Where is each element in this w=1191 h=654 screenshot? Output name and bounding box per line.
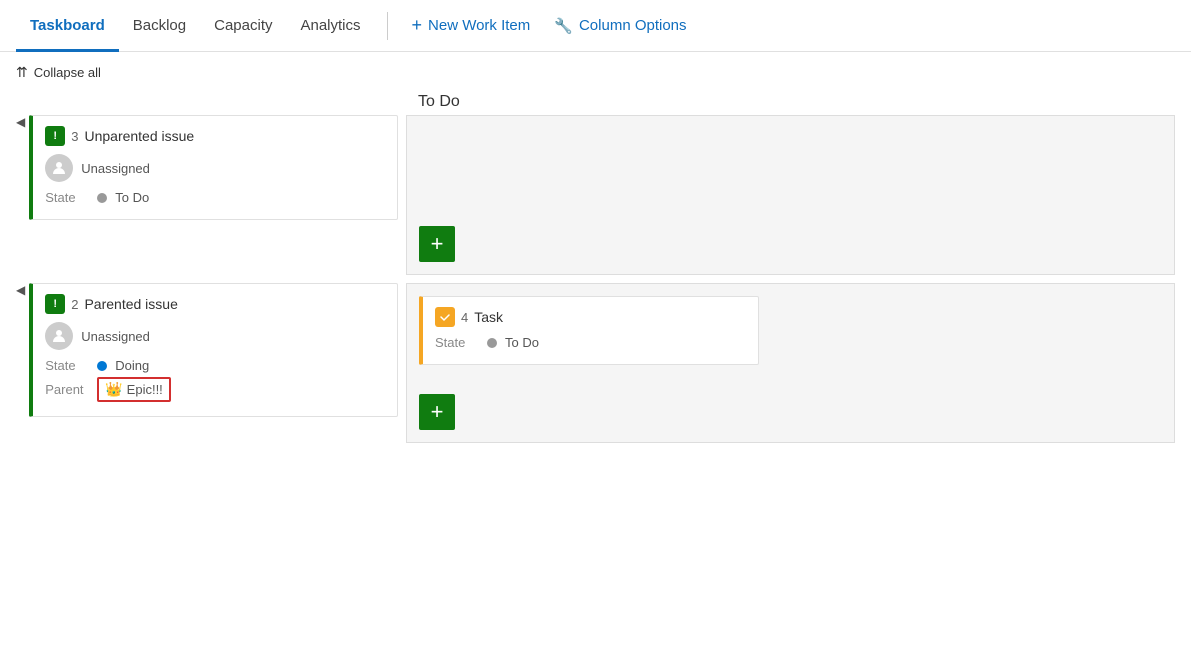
row2-state-dot <box>97 361 107 371</box>
todo-column-header: To Do <box>406 93 1175 111</box>
row2-left: ◀ ! 2 Parented issue Unassigned <box>16 283 406 443</box>
row1-assignee-label: Unassigned <box>81 161 150 176</box>
row1-state-value: To Do <box>115 190 149 205</box>
task-card-state-row: State To Do <box>435 335 746 350</box>
row2-tasks-area: 4 Task State To Do <box>419 296 1162 373</box>
row1-state-label: State <box>45 190 89 205</box>
task-icon <box>435 307 455 327</box>
collapse-all-button[interactable]: ⇈ Collapse all <box>16 64 1175 81</box>
collapse-arrows-icon: ⇈ <box>16 64 28 81</box>
plus-icon: + <box>412 15 423 36</box>
row2-parent-row: Parent 👑 Epic!!! <box>45 377 385 402</box>
row2-assignee-row: Unassigned <box>45 322 385 350</box>
task-card-id: 4 <box>461 310 468 325</box>
issue-icon-row2: ! <box>45 294 65 314</box>
new-work-item-button[interactable]: + New Work Item <box>400 9 543 42</box>
board-row-1: ◀ ! 3 Unparented issue Unassigned <box>16 115 1175 275</box>
row2-parent-label: Parent <box>45 382 89 397</box>
task-card-state-dot <box>487 338 497 348</box>
board-header: To Do <box>16 93 1175 111</box>
nav-bar: Taskboard Backlog Capacity Analytics + N… <box>0 0 1191 52</box>
row1-avatar <box>45 154 73 182</box>
row2-collapse-arrow[interactable]: ◀ <box>16 283 25 297</box>
row1-left: ◀ ! 3 Unparented issue Unassigned <box>16 115 406 275</box>
row2-avatar <box>45 322 73 350</box>
row2-parent-value-highlight[interactable]: 👑 Epic!!! <box>97 377 171 402</box>
row2-title-row: ! 2 Parented issue <box>45 294 385 314</box>
tab-backlog[interactable]: Backlog <box>119 1 200 52</box>
task-card-state-label: State <box>435 335 479 350</box>
tab-capacity[interactable]: Capacity <box>200 1 286 52</box>
row2-assignee-label: Unassigned <box>81 329 150 344</box>
row1-assignee-row: Unassigned <box>45 154 385 182</box>
row2-state-row: State Doing <box>45 358 385 373</box>
column-options-button[interactable]: 🔧 Column Options <box>542 11 698 41</box>
task-card-title-row: 4 Task <box>435 307 746 327</box>
row1-right-cell: + <box>406 115 1175 275</box>
tab-taskboard[interactable]: Taskboard <box>16 1 119 52</box>
task-card-name: Task <box>474 309 503 325</box>
row2-right-cell: 4 Task State To Do + <box>406 283 1175 443</box>
row1-state-dot <box>97 193 107 203</box>
left-header-spacer <box>16 93 406 111</box>
wrench-icon: 🔧 <box>554 17 573 35</box>
issue-icon-row1: ! <box>45 126 65 146</box>
tab-analytics[interactable]: Analytics <box>286 1 374 52</box>
row1-collapse-arrow[interactable]: ◀ <box>16 115 25 129</box>
task-card-row2: 4 Task State To Do <box>419 296 759 365</box>
row2-parent-value: Epic!!! <box>127 382 163 397</box>
board-row-2: ◀ ! 2 Parented issue Unassigned <box>16 283 1175 443</box>
row2-item-card: ! 2 Parented issue Unassigned State <box>29 283 398 417</box>
row2-issue-name: Parented issue <box>84 296 177 312</box>
row1-add-task-button[interactable]: + <box>419 226 455 262</box>
task-card-state-value: To Do <box>505 335 539 350</box>
main-content: ⇈ Collapse all To Do ◀ ! 3 Unparented is… <box>0 52 1191 443</box>
row2-state-value: Doing <box>115 358 149 373</box>
row1-tasks-area <box>419 128 1162 218</box>
row1-state-row: State To Do <box>45 190 385 205</box>
row2-add-task-button[interactable]: + <box>419 394 455 430</box>
row1-issue-name: Unparented issue <box>84 128 194 144</box>
row2-state-label: State <box>45 358 89 373</box>
row1-issue-id: 3 <box>71 129 78 144</box>
crown-icon: 👑 <box>105 381 122 398</box>
nav-divider <box>387 12 388 40</box>
row2-issue-id: 2 <box>71 297 78 312</box>
row1-title-row: ! 3 Unparented issue <box>45 126 385 146</box>
row1-item-card: ! 3 Unparented issue Unassigned State <box>29 115 398 220</box>
